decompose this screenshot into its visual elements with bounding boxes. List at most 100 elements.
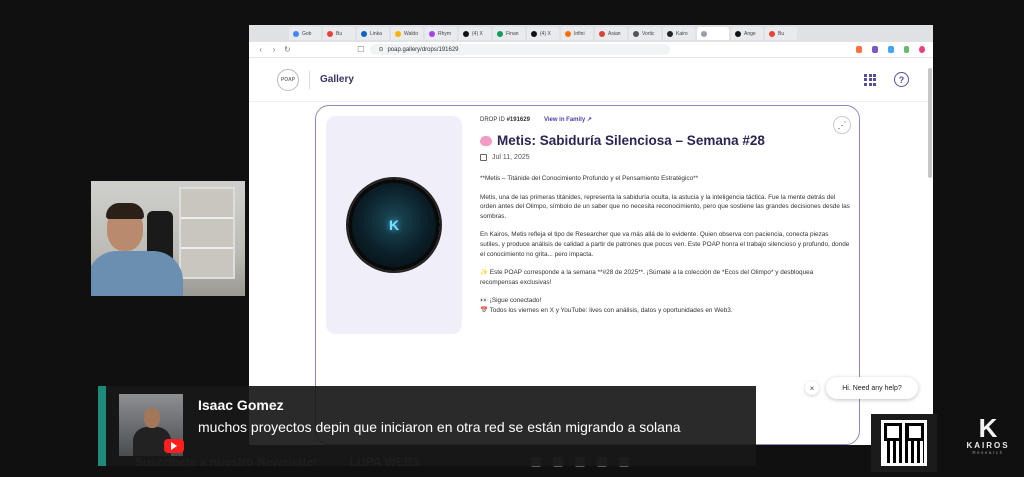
youtube-icon [164, 439, 184, 453]
extension-icon[interactable] [903, 46, 910, 53]
tab-favicon-icon [429, 30, 435, 37]
help-chat-bubble[interactable]: Hi. Need any help? [826, 377, 918, 399]
description-heading: **Metis – Titánide del Conocimiento Prof… [480, 175, 699, 182]
browser-tab[interactable]: Linka [357, 27, 389, 40]
description-paragraph: En Kairos, Metis refleja el tipo de Rese… [480, 231, 850, 258]
lower-third-accent [98, 386, 106, 466]
tab-label: Bu [336, 30, 343, 37]
browser-tab[interactable]: Ange [731, 27, 763, 40]
browser-tab[interactable]: Rhym [425, 27, 457, 40]
tab-favicon-icon [633, 30, 639, 37]
chat-close-button[interactable]: × [805, 381, 819, 395]
tab-favicon-icon [463, 30, 469, 37]
tab-favicon-icon [327, 30, 333, 37]
browser-tab[interactable]: Finan [493, 27, 525, 40]
drop-id-value: #191629 [506, 116, 530, 123]
kairos-name: KAIROS [966, 441, 1010, 450]
drop-description: **Metis – Titánide del Conocimiento Prof… [480, 174, 850, 316]
tab-label: Rhym [438, 30, 452, 37]
badge-letter: K [388, 217, 400, 233]
tab-label: Kairo [676, 30, 688, 37]
site-info-icon[interactable]: ⊙ [378, 46, 383, 53]
streamer-body [91, 251, 183, 296]
tab-label: Infini [574, 30, 585, 37]
browser-tab[interactable]: Waldo [391, 27, 423, 40]
tab-label: (4) X [540, 30, 551, 37]
tab-favicon-icon [701, 30, 707, 37]
drop-date: Jul 11, 2025 [480, 154, 850, 161]
description-paragraph: 📅 Todos los viernes en X y YouTube: live… [480, 306, 733, 314]
back-icon[interactable]: ‹ [257, 45, 264, 54]
tab-label: Waldo [404, 30, 418, 37]
url-field[interactable]: ⊙ poap.gallery/drops/191629 [370, 44, 671, 55]
drop-image-panel: K [326, 116, 462, 334]
description-paragraph: ✨ Este POAP corresponde a la semana **#2… [480, 269, 814, 286]
bookmark-icon[interactable]: ☐ [357, 45, 364, 54]
stream-stage: Gob Bu Linka Waldo Rhym (4) X Finan (4) X Infini… [0, 0, 1024, 477]
tab-label: Gob [302, 30, 312, 37]
apps-grid-icon[interactable] [864, 73, 876, 86]
tab-favicon-icon [497, 30, 503, 37]
site-header: POAP Gallery ? [249, 58, 933, 102]
tab-favicon-icon [565, 30, 571, 37]
tab-label: Vortic [642, 30, 655, 37]
extension-icon[interactable] [872, 46, 878, 53]
browser-tab[interactable]: (4) X [527, 27, 559, 40]
page-scrollbar[interactable] [928, 68, 932, 178]
profile-icon[interactable] [919, 46, 926, 53]
qr-code [871, 414, 937, 472]
tab-label: Linka [370, 30, 382, 37]
kairos-brand: K KAIROS Research [960, 415, 1016, 455]
tab-favicon-icon [769, 30, 775, 37]
webcam-overlay [91, 181, 245, 296]
help-icon[interactable]: ? [894, 72, 909, 87]
chat-lower-third: Isaac Gomez muchos proyectos depin que i… [98, 386, 756, 466]
header-divider [309, 70, 310, 89]
tab-label: (4) X [472, 30, 483, 37]
tab-favicon-icon [667, 30, 673, 37]
gallery-link[interactable]: Gallery [320, 74, 354, 85]
tab-favicon-icon [735, 30, 741, 37]
extension-icon[interactable] [856, 46, 863, 53]
poap-logo[interactable]: POAP [277, 68, 299, 91]
forward-icon[interactable]: › [270, 45, 277, 54]
browser-tab[interactable]: Bu [765, 27, 797, 40]
description-paragraph: 👀 ¡Sigue conectado! [480, 297, 542, 305]
drop-id-row: DROP ID #191629 View in Family ↗ [480, 116, 850, 124]
drop-title-text: Metis: Sabiduría Silenciosa – Semana #28 [497, 133, 765, 148]
tab-favicon-icon [361, 30, 367, 37]
description-paragraph: Metis, una de las primeras titánides, re… [480, 193, 850, 220]
browser-tab[interactable]: Kairo [663, 27, 695, 40]
reload-icon[interactable]: ↻ [284, 45, 291, 54]
external-link-icon: ↗ [586, 117, 592, 123]
streamer-hair [106, 203, 144, 219]
poap-badge-image: K [348, 179, 440, 271]
drop-id-label: DROP ID [480, 116, 505, 123]
tab-favicon-icon [395, 30, 401, 37]
kairos-sub: Research [972, 450, 1004, 455]
browser-tab[interactable]: Vortic [629, 27, 661, 40]
extension-icon[interactable] [887, 46, 894, 53]
tab-favicon-icon [599, 30, 605, 37]
commenter-name: Isaac Gomez [198, 397, 284, 413]
url-text: poap.gallery/drops/191629 [387, 46, 459, 53]
comment-text: muchos proyectos depin que iniciaron en … [198, 419, 681, 435]
tab-label: Bu [778, 30, 785, 37]
tab-label: Ange [744, 30, 756, 37]
browser-tab[interactable]: Infini [561, 27, 593, 40]
calendar-icon [480, 154, 487, 161]
view-in-family-link[interactable]: View in Family ↗ [544, 116, 592, 123]
tab-label: Finan [506, 30, 519, 37]
browser-tab[interactable]: Asian [595, 27, 627, 40]
drop-title: Metis: Sabiduría Silenciosa – Semana #28 [480, 133, 850, 148]
tab-label: Asian [608, 30, 621, 37]
drop-date-text: Jul 11, 2025 [492, 154, 530, 161]
tab-favicon-icon [531, 30, 537, 37]
browser-tab[interactable]: Bu [323, 27, 355, 40]
browser-tab[interactable]: (4) X [459, 27, 491, 40]
kairos-logo-mark: K [978, 413, 998, 443]
browser-tab[interactable] [697, 27, 729, 40]
browser-tab[interactable]: Gob [289, 27, 321, 40]
background-shelf [179, 187, 235, 279]
address-bar: ‹ › ↻ ☐ ⊙ poap.gallery/drops/191629 [249, 42, 933, 58]
